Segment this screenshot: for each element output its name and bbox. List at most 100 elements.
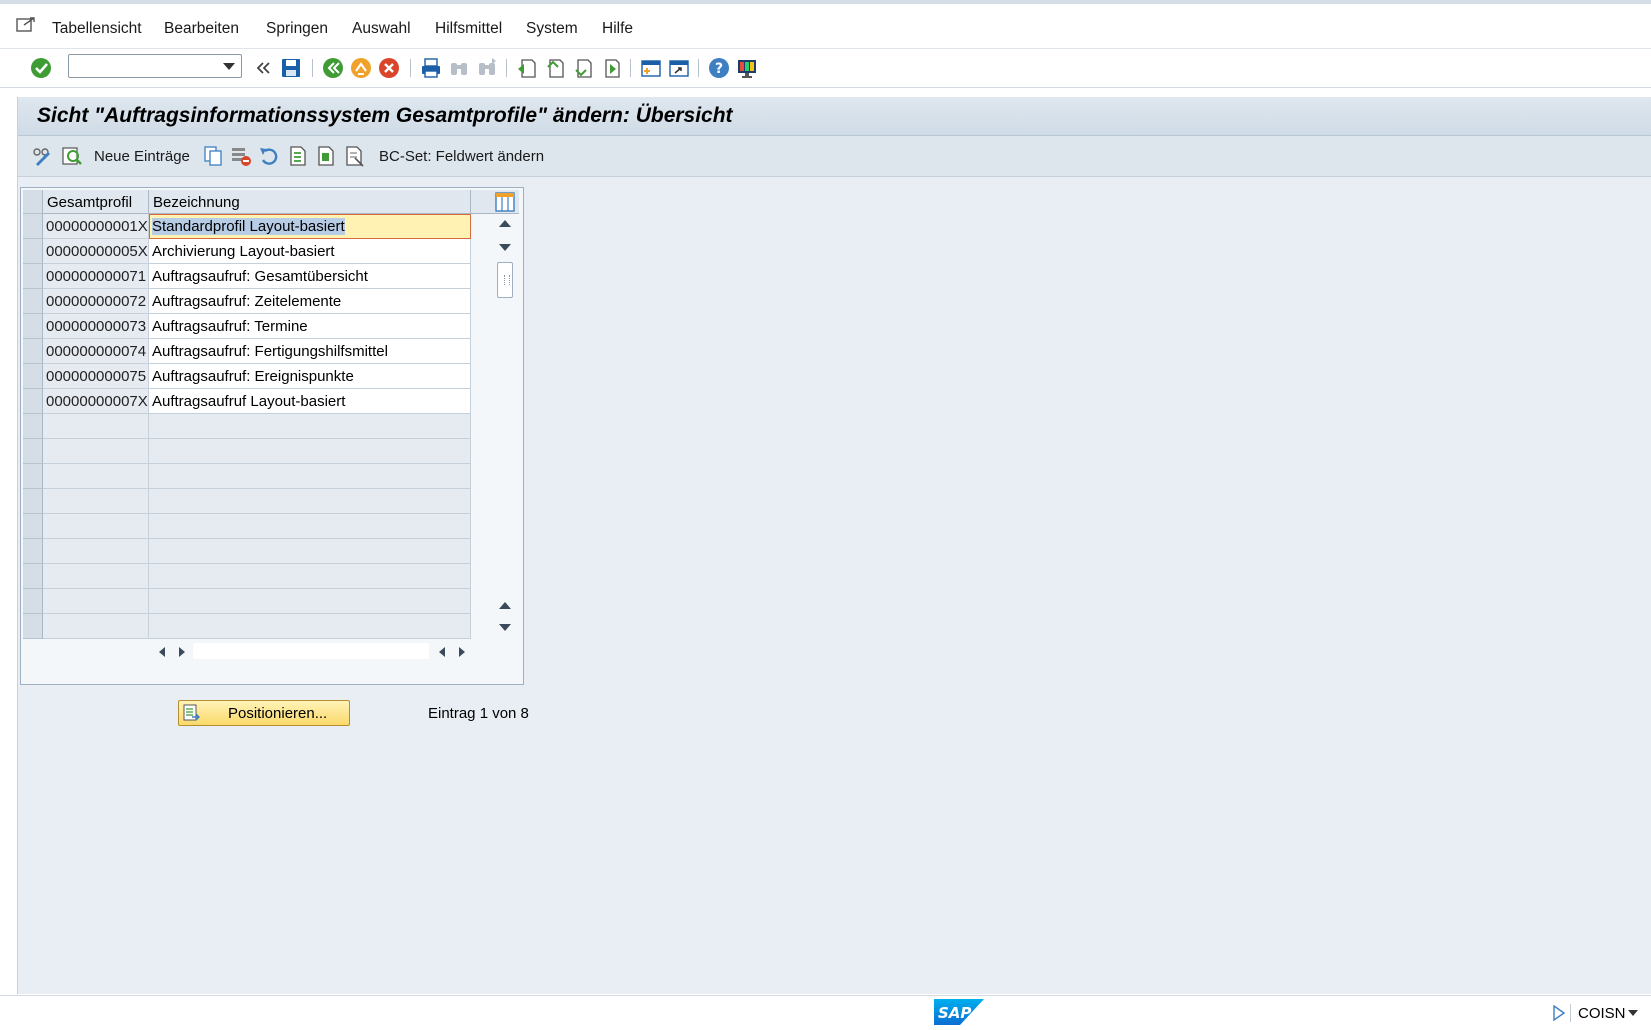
previous-page-icon[interactable] <box>542 55 568 81</box>
scroll-right-icon[interactable] <box>459 647 465 657</box>
cell-gesamtprofil[interactable]: 00000000001X <box>43 214 149 239</box>
row-selector[interactable] <box>23 339 43 364</box>
scroll-left-icon[interactable] <box>439 647 445 657</box>
new-entries-button[interactable]: Neue Einträge <box>94 148 190 165</box>
position-button[interactable]: Positionieren... <box>178 700 350 726</box>
cell-gesamtprofil[interactable]: 000000000072 <box>43 289 149 314</box>
system-name: COISN <box>1578 1005 1626 1022</box>
status-separator <box>1570 1004 1571 1022</box>
cell-gesamtprofil[interactable]: 000000000074 <box>43 339 149 364</box>
cell-bezeichnung[interactable]: Archivierung Layout-basiert <box>149 239 471 264</box>
cell-bezeichnung[interactable]: Auftragsaufruf: Gesamtübersicht <box>149 264 471 289</box>
scroll-page-down-icon[interactable] <box>499 624 511 631</box>
empty-cell <box>149 539 471 564</box>
vertical-scrollbar[interactable] <box>496 216 514 636</box>
cell-bezeichnung[interactable]: Auftragsaufruf Layout-basiert <box>149 389 471 414</box>
svg-text:?: ? <box>715 61 723 77</box>
row-selector[interactable] <box>23 539 43 564</box>
first-page-icon[interactable] <box>514 55 540 81</box>
shortcut-icon[interactable] <box>666 55 692 81</box>
cell-gesamtprofil[interactable]: 000000000073 <box>43 314 149 339</box>
find-next-icon[interactable] <box>474 55 500 81</box>
empty-cell <box>43 414 149 439</box>
enter-icon[interactable] <box>28 55 54 81</box>
row-selector[interactable] <box>23 214 43 239</box>
cell-gesamtprofil[interactable]: 00000000007X <box>43 389 149 414</box>
menu-hilfe[interactable]: Hilfe <box>602 20 633 38</box>
row-selector[interactable] <box>23 589 43 614</box>
row-selector[interactable] <box>23 239 43 264</box>
find-icon[interactable] <box>446 55 472 81</box>
command-field[interactable] <box>68 54 242 78</box>
column-header-bezeichnung[interactable]: Bezeichnung <box>149 190 471 214</box>
save-icon[interactable] <box>278 55 304 81</box>
select-all-icon[interactable] <box>287 144 311 168</box>
menu-hilfsmittel[interactable]: Hilfsmittel <box>435 20 502 38</box>
row-selector[interactable] <box>23 364 43 389</box>
chevron-down-icon[interactable] <box>223 63 235 70</box>
undo-icon[interactable] <box>257 144 281 168</box>
create-session-icon[interactable] <box>638 55 664 81</box>
details-icon[interactable] <box>60 144 84 168</box>
scroll-left-icon[interactable] <box>159 647 165 657</box>
scroll-right-icon[interactable] <box>179 647 185 657</box>
toolbar-separator <box>506 59 507 77</box>
command-input[interactable] <box>73 56 217 78</box>
row-selector[interactable] <box>23 314 43 339</box>
row-selector[interactable] <box>23 564 43 589</box>
row-selector[interactable] <box>23 389 43 414</box>
display-change-icon[interactable] <box>30 144 54 168</box>
menu-bar: Tabellensicht Bearbeiten Springen Auswah… <box>0 4 1651 49</box>
cell-bezeichnung[interactable]: Auftragsaufruf: Fertigungshilfsmittel <box>149 339 471 364</box>
exit-icon[interactable] <box>348 55 374 81</box>
empty-cell <box>149 564 471 589</box>
bcset-change-field-value-button[interactable]: BC-Set: Feldwert ändern <box>379 148 544 165</box>
cell-gesamtprofil[interactable]: 000000000075 <box>43 364 149 389</box>
copy-as-icon[interactable] <box>201 144 225 168</box>
cell-gesamtprofil[interactable]: 00000000005X <box>43 239 149 264</box>
row-selector[interactable] <box>23 464 43 489</box>
back-icon[interactable] <box>320 55 346 81</box>
column-header-gesamtprofil[interactable]: Gesamtprofil <box>43 190 149 214</box>
scroll-page-up-icon[interactable] <box>499 602 511 609</box>
deselect-all-icon[interactable] <box>343 144 367 168</box>
double-chevron-left-icon[interactable] <box>250 55 276 81</box>
chevron-down-icon[interactable] <box>1628 1010 1638 1016</box>
select-block-icon[interactable] <box>315 144 339 168</box>
cell-bezeichnung[interactable]: Auftragsaufruf: Zeitelemente <box>149 289 471 314</box>
scroll-thumb[interactable] <box>497 262 513 298</box>
row-selector[interactable] <box>23 439 43 464</box>
scroll-up-icon[interactable] <box>499 220 511 227</box>
cancel-icon[interactable] <box>376 55 402 81</box>
next-page-icon[interactable] <box>570 55 596 81</box>
cell-bezeichnung[interactable]: Auftragsaufruf: Termine <box>149 314 471 339</box>
help-icon[interactable]: ? <box>706 55 732 81</box>
menu-toggle-icon[interactable] <box>16 16 36 34</box>
menu-system[interactable]: System <box>526 20 578 38</box>
horizontal-scroll-track[interactable] <box>193 643 429 659</box>
print-icon[interactable] <box>418 55 444 81</box>
row-selector[interactable] <box>23 614 43 639</box>
empty-cell <box>149 414 471 439</box>
menu-auswahl[interactable]: Auswahl <box>352 20 411 38</box>
cell-bezeichnung[interactable]: Auftragsaufruf: Ereignispunkte <box>149 364 471 389</box>
cell-gesamtprofil[interactable]: 000000000071 <box>43 264 149 289</box>
row-selector[interactable] <box>23 514 43 539</box>
last-page-icon[interactable] <box>598 55 624 81</box>
row-selector[interactable] <box>23 289 43 314</box>
row-selector[interactable] <box>23 414 43 439</box>
customize-layout-icon[interactable] <box>734 55 760 81</box>
menu-bearbeiten[interactable]: Bearbeiten <box>164 20 239 38</box>
scroll-down-icon[interactable] <box>499 244 511 251</box>
horizontal-scrollbar-secondary[interactable] <box>435 642 475 660</box>
menu-springen[interactable]: Springen <box>266 20 328 38</box>
select-all-rows-button[interactable] <box>23 190 43 214</box>
delete-icon[interactable] <box>229 144 253 168</box>
status-expand-icon[interactable] <box>1552 1005 1566 1021</box>
row-selector[interactable] <box>23 264 43 289</box>
horizontal-scrollbar[interactable] <box>155 642 435 660</box>
table-settings-icon[interactable] <box>495 192 515 212</box>
cell-bezeichnung[interactable]: Standardprofil Layout-basiert <box>149 214 471 239</box>
row-selector[interactable] <box>23 489 43 514</box>
menu-tabellensicht[interactable]: Tabellensicht <box>52 20 142 38</box>
